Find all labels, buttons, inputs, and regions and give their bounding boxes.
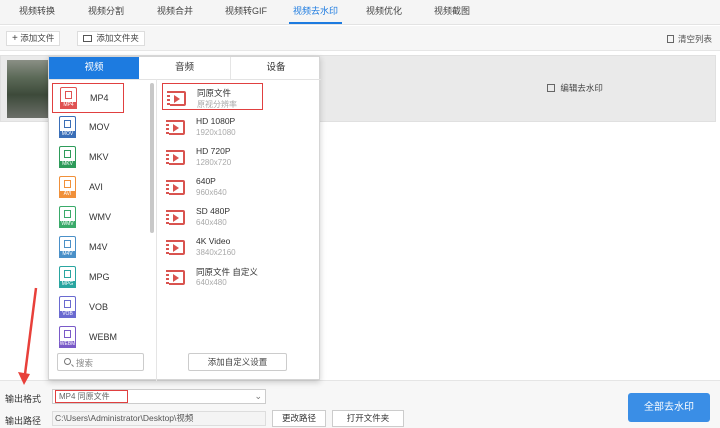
output-format-value: MP4 同原文件 xyxy=(55,390,128,403)
video-file-icon xyxy=(166,150,185,165)
tab-video-split[interactable]: 视频分割 xyxy=(88,0,124,25)
format-scrollbar[interactable] xyxy=(150,83,154,233)
popup-tab-device[interactable]: 设备 xyxy=(230,57,321,79)
resolution-item[interactable]: HD 720P 1280x720 xyxy=(162,143,312,173)
resolution-size: 1280x720 xyxy=(196,158,232,167)
top-navigation: 视频转换 视频分割 视频合并 视频转GIF 视频去水印 视频优化 视频截图 xyxy=(0,0,720,25)
output-path-field[interactable]: C:\Users\Administrator\Desktop\视频 xyxy=(52,411,266,426)
resolution-title: SD 480P xyxy=(196,206,231,216)
edit-watermark-button[interactable]: 编辑去水印 xyxy=(547,82,603,94)
resolution-size: 原视分辨率 xyxy=(197,100,237,109)
file-format-icon: WMV xyxy=(59,206,76,228)
format-label: MP4 xyxy=(90,93,109,103)
resolution-title: 4K Video xyxy=(196,236,231,246)
file-format-icon: MKV xyxy=(59,146,76,168)
format-label: MKV xyxy=(89,152,109,162)
format-label: MOV xyxy=(89,122,110,132)
file-format-icon: MPG xyxy=(59,266,76,288)
chevron-down-icon: ⌄ xyxy=(254,391,262,401)
resolution-title: HD 720P xyxy=(196,146,231,156)
output-format-label: 输出格式 xyxy=(5,394,42,404)
resolution-title: 同原文件 自定义 xyxy=(196,267,258,277)
file-format-icon: M4V xyxy=(59,236,76,258)
file-format-icon: MOV xyxy=(59,116,76,138)
clear-list-label: 清空列表 xyxy=(677,34,712,44)
popup-tab-video[interactable]: 视频 xyxy=(49,57,139,79)
resolution-item[interactable]: 同原文件 自定义 640x480 xyxy=(162,263,312,293)
format-item-avi[interactable]: AVI AVI xyxy=(49,173,149,203)
resolution-size: 960x640 xyxy=(196,188,227,197)
edit-watermark-label: 编辑去水印 xyxy=(560,83,603,93)
resolution-title: 640P xyxy=(196,176,216,186)
add-folder-button[interactable]: 添加文件夹 xyxy=(77,31,145,46)
format-label: WMV xyxy=(89,212,111,222)
add-file-button[interactable]: + 添加文件 xyxy=(6,31,61,46)
format-item-m4v[interactable]: M4V M4V xyxy=(49,233,149,263)
add-file-label: 添加文件 xyxy=(20,33,55,43)
popup-tab-audio[interactable]: 音频 xyxy=(139,57,230,79)
resolution-item[interactable]: 4K Video 3840x2160 xyxy=(162,233,312,263)
tab-video-screenshot[interactable]: 视频截图 xyxy=(434,0,470,25)
video-file-icon xyxy=(166,240,185,255)
resolution-size: 640x480 xyxy=(196,278,227,287)
output-format-select[interactable]: MP4 同原文件 ⌄ xyxy=(52,389,266,404)
edit-icon xyxy=(547,84,555,92)
format-label: AVI xyxy=(89,182,103,192)
open-folder-button[interactable]: 打开文件夹 xyxy=(332,410,404,427)
format-label: M4V xyxy=(89,242,108,252)
video-file-icon xyxy=(166,180,185,195)
add-folder-label: 添加文件夹 xyxy=(96,33,139,43)
file-format-icon: MP4 xyxy=(60,87,77,109)
video-file-icon xyxy=(167,91,186,106)
format-label: MPG xyxy=(89,272,110,282)
popup-tab-divider xyxy=(49,79,321,80)
tab-video-optimize[interactable]: 视频优化 xyxy=(366,0,402,25)
red-arrow-annotation xyxy=(18,287,38,385)
popup-divider xyxy=(156,79,157,381)
tab-video-to-gif[interactable]: 视频转GIF xyxy=(225,0,267,25)
tab-video-convert[interactable]: 视频转换 xyxy=(19,0,55,25)
resolution-item[interactable]: 640P 960x640 xyxy=(162,173,312,203)
folder-icon xyxy=(83,35,92,42)
file-format-icon: AVI xyxy=(59,176,76,198)
tab-video-merge[interactable]: 视频合并 xyxy=(157,0,193,25)
format-item-mov[interactable]: MOV MOV xyxy=(49,113,149,143)
format-item-mp4[interactable]: MP4 MP4 xyxy=(52,83,124,113)
format-item-mkv[interactable]: MKV MKV xyxy=(49,143,149,173)
video-file-icon xyxy=(166,270,185,285)
plus-icon: + xyxy=(12,33,18,44)
format-item-wmv[interactable]: WMV WMV xyxy=(49,203,149,233)
trash-icon xyxy=(666,35,674,43)
resolution-item[interactable]: SD 480P 640x480 xyxy=(162,203,312,233)
toolbar: + 添加文件 添加文件夹 清空列表 xyxy=(0,26,720,51)
resolution-item[interactable]: HD 1080P 1920x1080 xyxy=(162,113,312,143)
video-file-icon xyxy=(166,120,185,135)
resolution-size: 1920x1080 xyxy=(196,128,236,137)
resolution-size: 3840x2160 xyxy=(196,248,236,257)
remove-all-watermark-button[interactable]: 全部去水印 xyxy=(628,393,710,422)
tab-video-remove-watermark[interactable]: 视频去水印 xyxy=(288,0,343,25)
resolution-size: 640x480 xyxy=(196,218,227,227)
change-path-button[interactable]: 更改路径 xyxy=(272,410,326,427)
add-custom-setting-button[interactable]: 添加自定义设置 xyxy=(188,353,287,371)
resolution-title: HD 1080P xyxy=(196,116,236,126)
resolution-title: 同原文件 xyxy=(197,88,232,98)
video-file-icon xyxy=(166,210,185,225)
output-path-label: 输出路径 xyxy=(5,416,42,426)
resolution-item[interactable]: 同原文件 原视分辨率 xyxy=(162,83,263,110)
clear-list-button[interactable]: 清空列表 xyxy=(666,33,712,45)
